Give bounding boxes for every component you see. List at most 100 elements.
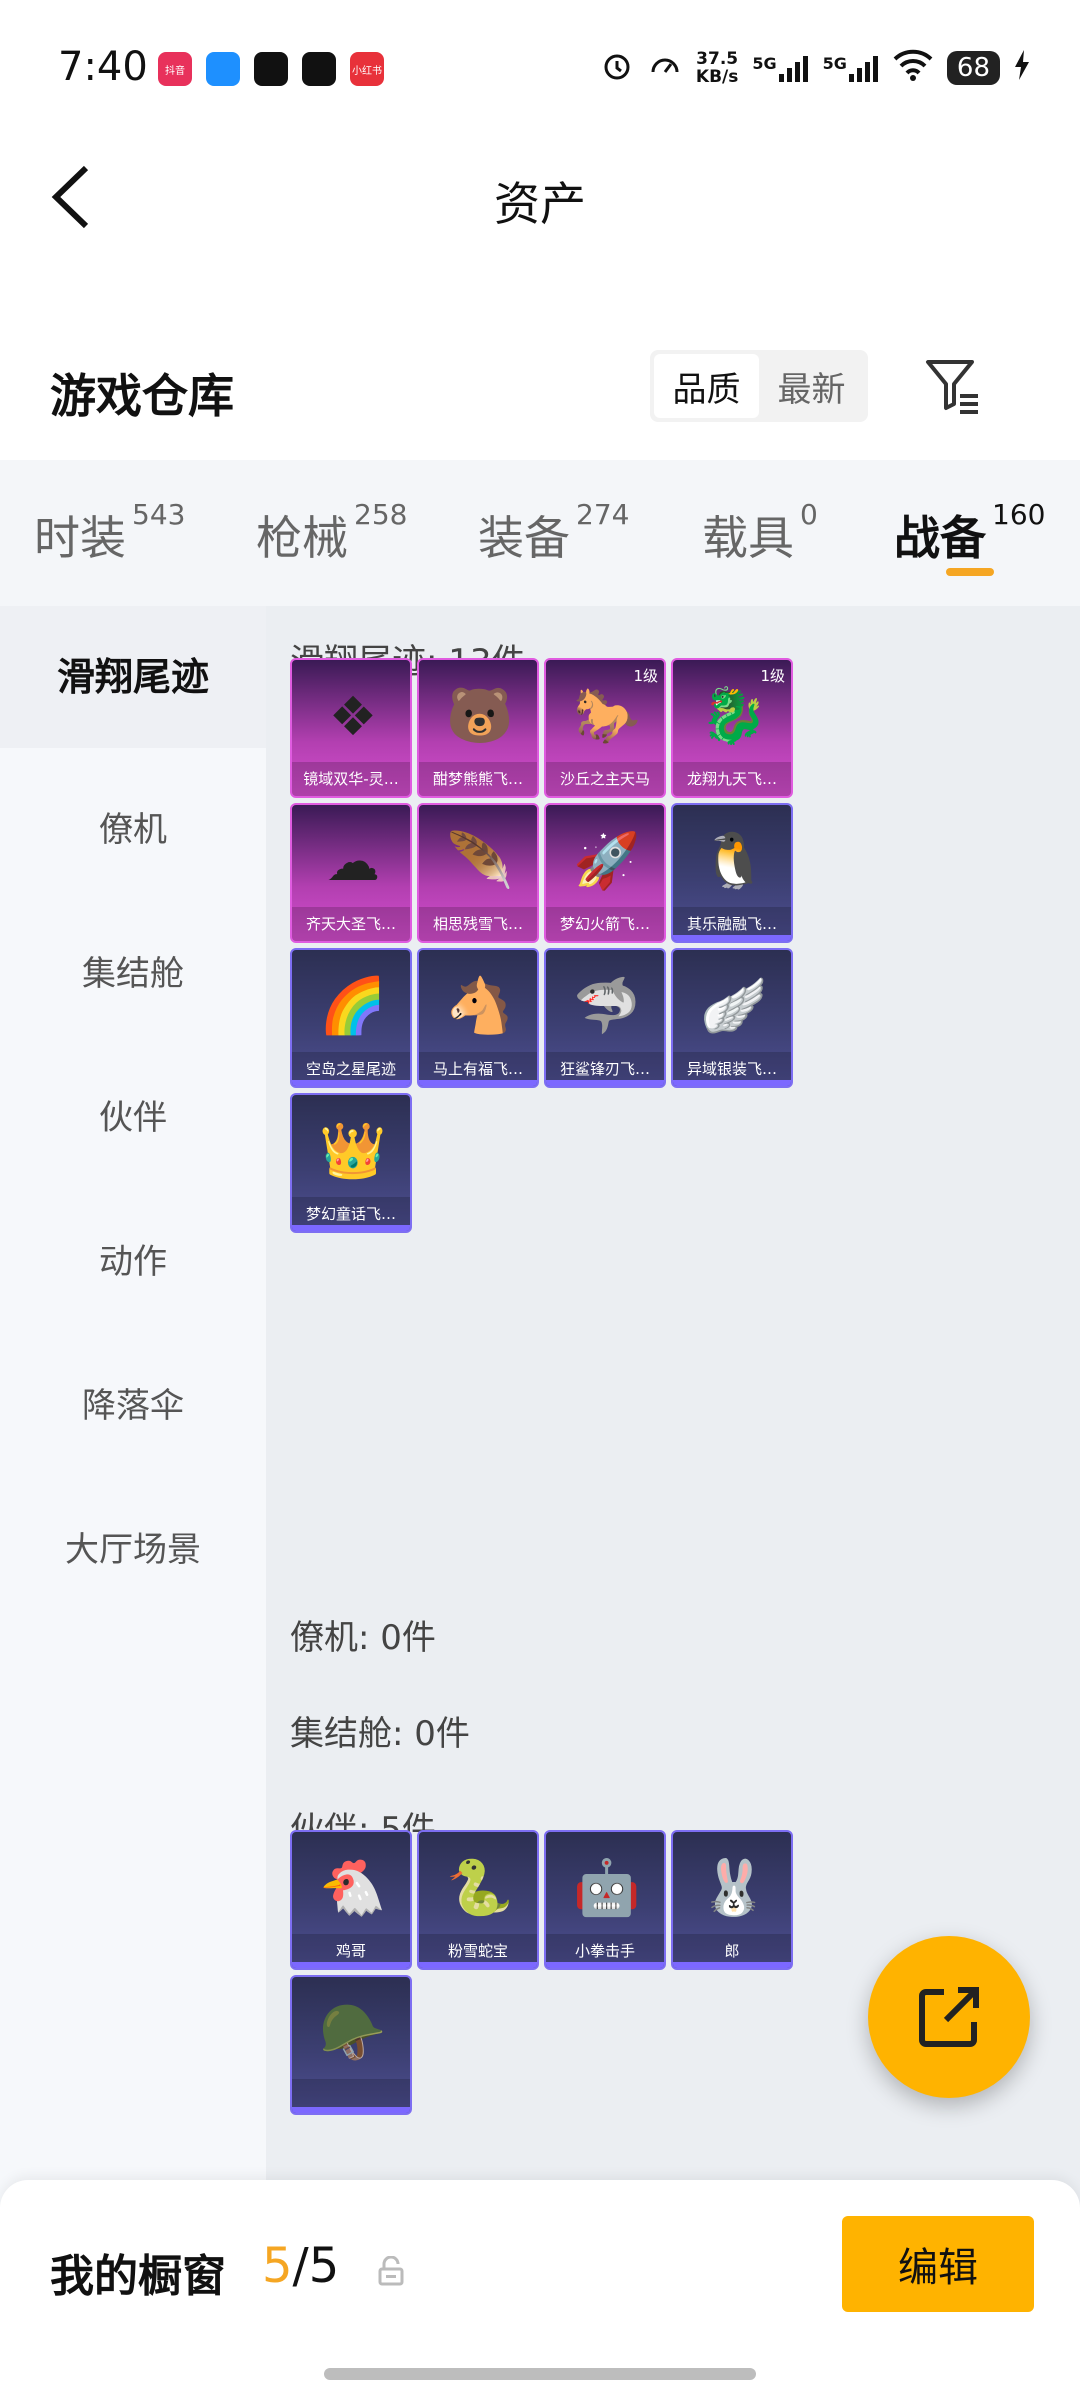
item-name: 相思残雪飞…: [419, 907, 537, 941]
item-image: ❖: [328, 684, 378, 748]
item-image: 🐧: [700, 829, 768, 892]
item-name: 梦幻火箭飞…: [546, 907, 664, 941]
item-image: 🐔: [319, 1856, 387, 1919]
section-title-pod: 集结舱: 0件: [290, 1714, 470, 1754]
item-image: 🐻: [446, 684, 514, 747]
item-name: 龙翔九天飞…: [673, 762, 791, 796]
item-card[interactable]: 🐧 其乐融融飞…: [671, 803, 793, 943]
item-card[interactable]: 🐰 郎: [671, 1830, 793, 1970]
item-level-badge: 1级: [760, 667, 785, 685]
item-level-badge: 1级: [633, 667, 658, 685]
item-name: 狂鲨锋刃飞…: [546, 1052, 664, 1086]
item-card[interactable]: 👑 梦幻童话飞…: [290, 1093, 412, 1233]
item-content-area: 滑翔尾迹: 13件 僚机: 0件 集结舱: 0件 伙伴: 5件 ❖镜域双华-灵……: [266, 606, 1080, 2400]
status-time: 7:40: [58, 44, 148, 90]
item-card[interactable]: 🪖: [290, 1975, 412, 2115]
item-card[interactable]: 🐻 酣梦熊熊飞…: [417, 658, 539, 798]
item-card[interactable]: 🐉 1级 龙翔九天飞…: [671, 658, 793, 798]
item-image: 🤖: [573, 1856, 641, 1919]
showcase-bar: 我的橱窗 5/5 编辑: [0, 2180, 1080, 2400]
speedometer-icon: [648, 48, 682, 87]
showcase-label: 我的橱窗: [50, 2251, 226, 2302]
charging-icon: [1014, 50, 1030, 85]
sidebar-item-assembly-pod[interactable]: 集结舱: [0, 946, 266, 995]
filter-button[interactable]: [924, 358, 984, 414]
item-card[interactable]: 🌈 空岛之星尾迹: [290, 948, 412, 1088]
item-card[interactable]: 🚀 梦幻火箭飞…: [544, 803, 666, 943]
item-name: 小拳击手: [546, 1934, 664, 1968]
sidebar-item-emote[interactable]: 动作: [0, 1234, 266, 1283]
item-name: 鸡哥: [292, 1934, 410, 1968]
sidebar-item-parachute[interactable]: 降落伞: [0, 1378, 266, 1427]
category-sidebar: 滑翔尾迹 僚机 集结舱 伙伴 动作 降落伞 大厅场景: [0, 606, 266, 2400]
sidebar-item-lobby-scene[interactable]: 大厅场景: [0, 1522, 266, 1571]
item-image: 🪽: [700, 974, 768, 1037]
item-name: 异域银装飞…: [673, 1052, 791, 1086]
item-card[interactable]: 🐍 粉雪蛇宝: [417, 1830, 539, 1970]
item-name: 梦幻童话飞…: [292, 1197, 410, 1231]
tab-equipment[interactable]: 装备 274: [478, 498, 629, 568]
filter-icon: [926, 360, 978, 414]
item-image: ☁: [326, 829, 380, 893]
share-button[interactable]: [868, 1936, 1030, 2098]
home-indicator[interactable]: [324, 2368, 756, 2380]
item-card[interactable]: 🐴 马上有福飞…: [417, 948, 539, 1088]
item-card[interactable]: ❖ 镜域双华-灵…: [290, 658, 412, 798]
item-image: 🐍: [446, 1856, 514, 1919]
battery-level: 68: [946, 50, 1000, 85]
tab-vehicles[interactable]: 载具 0: [702, 498, 818, 568]
sidebar-item-partner[interactable]: 伙伴: [0, 1090, 266, 1139]
item-name: 空岛之星尾迹: [292, 1052, 410, 1086]
wifi-icon: [893, 49, 933, 86]
share-icon: [919, 1987, 979, 2047]
item-name: [292, 2079, 410, 2113]
item-image: 🌈: [319, 974, 387, 1037]
tab-fashion[interactable]: 时装 543: [34, 498, 185, 568]
section-title-wingman: 僚机: 0件: [290, 1618, 436, 1658]
item-image: 👑: [319, 1119, 387, 1182]
item-image: 🚀: [573, 829, 641, 892]
item-card[interactable]: ☁ 齐天大圣飞…: [290, 803, 412, 943]
item-card[interactable]: 🐎 1级 沙丘之主天马: [544, 658, 666, 798]
item-image: 🦈: [573, 974, 641, 1037]
item-card[interactable]: 🐔 鸡哥: [290, 1830, 412, 1970]
tiktok-icon: [254, 52, 288, 86]
item-name: 镜域双华-灵…: [292, 762, 410, 796]
item-card[interactable]: 🪶 相思残雪飞…: [417, 803, 539, 943]
lock-icon: [378, 2255, 404, 2286]
item-card[interactable]: 🪽 异域银装飞…: [671, 948, 793, 1088]
tiktok-icon-2: [302, 52, 336, 86]
showcase-count: 5/5: [262, 2238, 340, 2294]
sort-quality-button[interactable]: 品质: [654, 354, 759, 418]
notification-icons: 抖音 小红书: [158, 52, 384, 86]
item-image: 🐰: [700, 1856, 768, 1919]
item-image: 🐴: [446, 974, 514, 1037]
item-image: 🪶: [446, 829, 514, 892]
sort-latest-button[interactable]: 最新: [759, 354, 864, 418]
tab-guns[interactable]: 枪械 258: [256, 498, 407, 568]
item-name: 齐天大圣飞…: [292, 907, 410, 941]
alarm-icon: [600, 48, 634, 87]
sidebar-item-glide-trail[interactable]: 滑翔尾迹: [0, 606, 266, 748]
item-card[interactable]: 🤖 小拳击手: [544, 1830, 666, 1970]
sidebar-item-wingman[interactable]: 僚机: [0, 802, 266, 851]
signal-5g-2: 5G: [823, 54, 879, 82]
item-name: 酣梦熊熊飞…: [419, 762, 537, 796]
app-c-icon: 小红书: [350, 52, 384, 86]
item-image: 🪖: [319, 2001, 387, 2064]
sort-toggle: 品质 最新: [650, 350, 868, 422]
warehouse-title: 游戏仓库: [50, 369, 234, 423]
item-card[interactable]: 🦈 狂鲨锋刃飞…: [544, 948, 666, 1088]
item-name: 粉雪蛇宝: [419, 1934, 537, 1968]
page-title: 资产: [494, 177, 586, 231]
net-speed: 37.5 KB/s: [695, 48, 739, 87]
app-a-icon: 抖音: [158, 52, 192, 86]
status-indicators: 37.5 KB/s 5G 5G 68: [600, 48, 1030, 87]
active-tab-indicator: [946, 568, 994, 576]
tab-combat-prep[interactable]: 战备 160: [894, 498, 1045, 568]
item-name: 马上有福飞…: [419, 1052, 537, 1086]
app-b-icon: [206, 52, 240, 86]
edit-button[interactable]: 编辑: [842, 2216, 1034, 2312]
item-name: 其乐融融飞…: [673, 907, 791, 941]
item-name: 郎: [673, 1934, 791, 1968]
